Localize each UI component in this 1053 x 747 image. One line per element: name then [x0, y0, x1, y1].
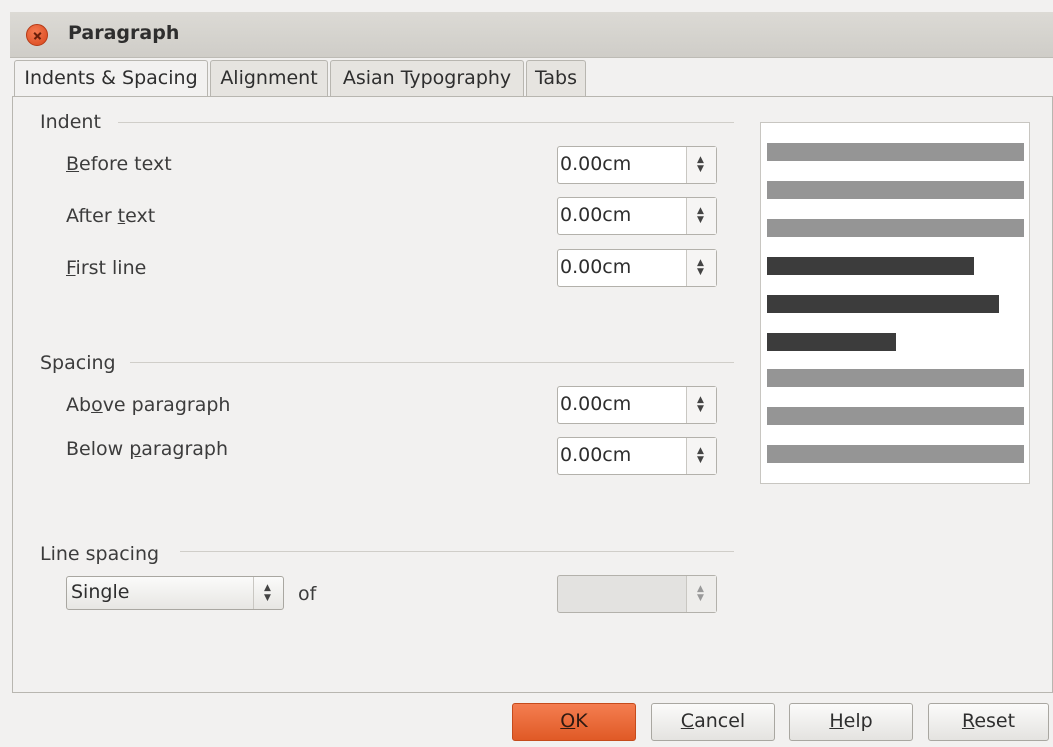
first-line-stepper[interactable]: 0.00cm ▲ ▼	[557, 249, 717, 287]
line-spacing-value[interactable]	[558, 576, 686, 612]
after-text-value[interactable]: 0.00cm	[558, 198, 686, 234]
label-mnemonic: p	[129, 438, 142, 460]
tab-label: Alignment	[220, 67, 318, 89]
line-spacing-select[interactable]: Single ▲ ▼	[66, 576, 284, 610]
label-part: aragraph	[141, 438, 228, 460]
button-mnemonic: R	[961, 710, 975, 732]
tab-label: Asian Typography	[342, 67, 512, 89]
below-paragraph-label: Below paragraph	[66, 438, 228, 460]
before-text-value[interactable]: 0.00cm	[558, 147, 686, 183]
preview-line-context	[767, 143, 1024, 161]
help-button[interactable]: Help	[789, 703, 913, 741]
button-label: ancel	[694, 710, 746, 732]
chevron-down-icon[interactable]: ▼	[697, 268, 704, 277]
above-paragraph-label: Above paragraph	[66, 394, 230, 416]
preview-line-paragraph	[767, 333, 896, 351]
line-spacing-heading: Line spacing	[40, 543, 160, 565]
chevron-down-icon[interactable]: ▼	[697, 405, 704, 414]
button-label: K	[575, 710, 588, 732]
chevron-down-icon[interactable]: ▼	[697, 594, 704, 603]
tab-asian-typography[interactable]: Asian Typography	[330, 60, 524, 96]
before-text-stepper[interactable]: 0.00cm ▲ ▼	[557, 146, 717, 184]
close-icon[interactable]	[26, 24, 48, 46]
tab-tabs[interactable]: Tabs	[526, 60, 586, 96]
label-part: irst line	[75, 257, 147, 279]
label-part: efore text	[79, 153, 172, 175]
label-part: Below	[66, 438, 130, 460]
preview-line-context	[767, 219, 1024, 237]
label-part: After	[66, 205, 118, 227]
paragraph-preview	[760, 122, 1030, 484]
chevron-down-icon[interactable]: ▼	[264, 594, 271, 603]
line-spacing-divider	[180, 551, 734, 552]
preview-line-paragraph	[767, 257, 974, 275]
tab-indents-spacing[interactable]: Indents & Spacing	[14, 60, 208, 98]
chevron-up-icon[interactable]: ▲	[264, 584, 271, 593]
spacing-heading: Spacing	[40, 352, 116, 374]
stepper-arrows[interactable]: ▲ ▼	[686, 250, 716, 286]
button-label: elp	[843, 710, 873, 732]
label-part: ve paragraph	[102, 394, 231, 416]
button-label: eset	[974, 710, 1016, 732]
title-bar: Paragraph	[10, 12, 1053, 58]
window-title: Paragraph	[68, 22, 180, 44]
ok-button[interactable]: OK	[512, 703, 636, 741]
button-mnemonic: O	[560, 710, 576, 732]
button-mnemonic: C	[680, 710, 695, 732]
label-mnemonic: t	[117, 205, 126, 227]
chevron-down-icon[interactable]: ▼	[697, 456, 704, 465]
line-spacing-selected: Single	[71, 581, 130, 603]
of-label: of	[298, 583, 317, 605]
stepper-arrows[interactable]: ▲ ▼	[686, 576, 716, 612]
preview-line-context	[767, 445, 1024, 463]
after-text-stepper[interactable]: 0.00cm ▲ ▼	[557, 197, 717, 235]
select-arrows[interactable]: ▲ ▼	[253, 577, 283, 609]
spacing-divider	[130, 362, 734, 363]
after-text-label: After text	[66, 205, 155, 227]
stepper-arrows[interactable]: ▲ ▼	[686, 438, 716, 474]
label-part: ext	[125, 205, 156, 227]
chevron-down-icon[interactable]: ▼	[697, 216, 704, 225]
reset-button[interactable]: Reset	[928, 703, 1049, 741]
label-mnemonic: B	[66, 153, 80, 175]
above-paragraph-value[interactable]: 0.00cm	[558, 387, 686, 423]
tab-label: Tabs	[534, 67, 578, 89]
stepper-arrows[interactable]: ▲ ▼	[686, 147, 716, 183]
indent-divider	[118, 122, 734, 123]
stepper-arrows[interactable]: ▲ ▼	[686, 387, 716, 423]
tab-label: Indents & Spacing	[24, 67, 198, 89]
preview-line-context	[767, 181, 1024, 199]
cancel-button[interactable]: Cancel	[651, 703, 775, 741]
above-paragraph-stepper[interactable]: 0.00cm ▲ ▼	[557, 386, 717, 424]
indent-heading: Indent	[40, 111, 101, 133]
button-mnemonic: H	[829, 710, 844, 732]
below-paragraph-value[interactable]: 0.00cm	[558, 438, 686, 474]
label-part: Ab	[66, 394, 92, 416]
preview-line-context	[767, 369, 1024, 387]
label-mnemonic: F	[66, 257, 76, 279]
below-paragraph-stepper[interactable]: 0.00cm ▲ ▼	[557, 437, 717, 475]
preview-line-context	[767, 407, 1024, 425]
stepper-arrows[interactable]: ▲ ▼	[686, 198, 716, 234]
preview-line-paragraph	[767, 295, 999, 313]
label-mnemonic: o	[91, 394, 103, 416]
first-line-label: First line	[66, 257, 146, 279]
tab-alignment[interactable]: Alignment	[210, 60, 328, 96]
line-spacing-value-stepper[interactable]: ▲ ▼	[557, 575, 717, 613]
before-text-label: Before text	[66, 153, 172, 175]
chevron-down-icon[interactable]: ▼	[697, 165, 704, 174]
first-line-value[interactable]: 0.00cm	[558, 250, 686, 286]
